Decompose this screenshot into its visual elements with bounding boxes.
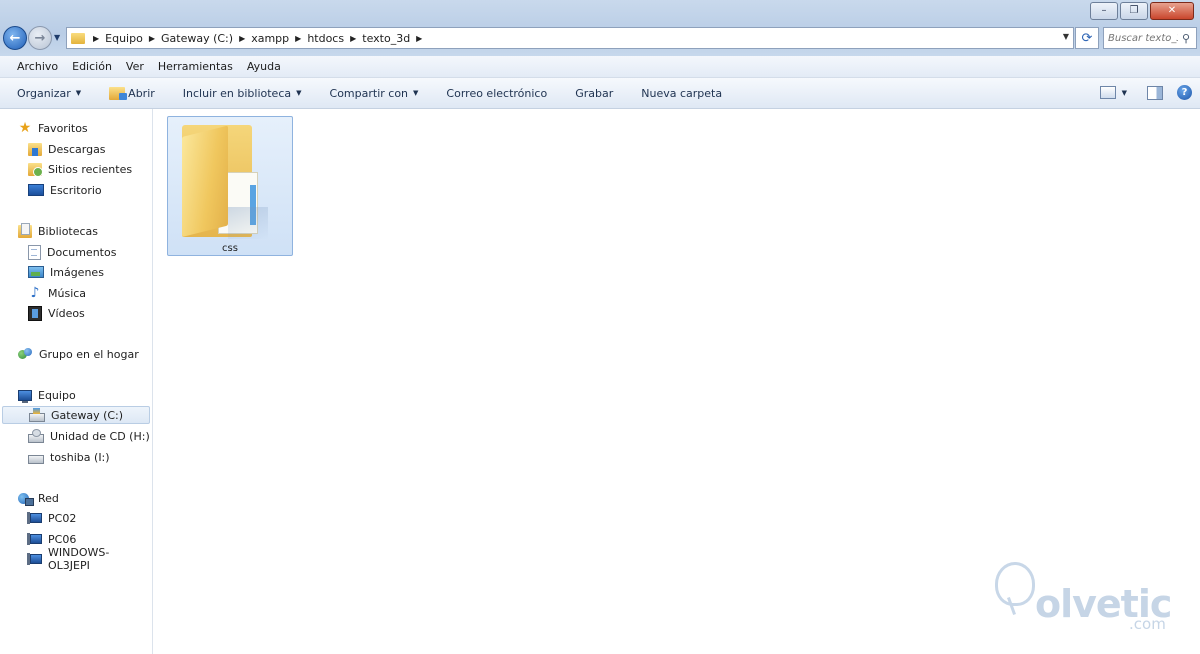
nav-libraries[interactable]: Bibliotecas	[2, 222, 150, 240]
nav-windows-pc[interactable]: WINDOWS-OL3JEPI	[2, 546, 150, 572]
breadcrumb-item[interactable]: texto_3d ▶	[362, 32, 428, 45]
computer-icon	[18, 389, 32, 403]
removable-drive-icon	[28, 455, 44, 464]
folder-label: css	[222, 243, 238, 254]
new-folder-button[interactable]: Nueva carpeta	[641, 87, 722, 100]
caret-down-icon: ▼	[413, 89, 419, 97]
music-note-icon: ♪	[30, 284, 40, 301]
arrow-right-icon: →	[34, 30, 46, 46]
nav-drive-c[interactable]: Gateway (C:)	[2, 406, 150, 424]
solvetic-watermark: olvetic .com	[995, 560, 1185, 640]
preview-pane-icon[interactable]	[1147, 85, 1163, 100]
search-icon: ⚲	[1182, 31, 1191, 45]
menu-herramientas[interactable]: Herramientas	[151, 60, 240, 73]
folder-icon	[71, 32, 85, 44]
include-in-library-button[interactable]: Incluir en biblioteca ▼	[183, 87, 302, 100]
caret-down-icon: ▼	[75, 89, 82, 97]
address-bar[interactable]: ▶ Equipo ▶ Gateway (C:) ▶ xampp ▶ htdocs…	[66, 27, 1074, 49]
search-box[interactable]: ⚲	[1103, 27, 1197, 49]
nav-images[interactable]: Imágenes	[2, 263, 150, 281]
folder-shadow	[228, 207, 268, 239]
chevron-right-icon: ▶	[239, 33, 246, 43]
nav-videos[interactable]: Vídeos	[2, 304, 150, 322]
chevron-right-icon: ▶	[93, 33, 100, 43]
star-icon: ★	[18, 119, 32, 136]
menu-edicion[interactable]: Edición	[65, 60, 119, 73]
cd-drive-icon	[28, 429, 44, 443]
document-icon	[28, 244, 41, 260]
breadcrumb-item[interactable]: Equipo ▶	[105, 32, 161, 45]
window-controls: – ❐ ✕	[1088, 2, 1194, 20]
menu-archivo[interactable]: Archivo	[0, 60, 65, 73]
help-icon[interactable]: ?	[1177, 85, 1192, 100]
forward-button[interactable]: →	[28, 26, 52, 50]
refresh-button[interactable]: ⟳	[1075, 27, 1099, 49]
command-bar: Organizar ▼ Abrir Incluir en biblioteca …	[0, 78, 1200, 109]
downloads-folder-icon	[28, 142, 42, 156]
back-button[interactable]: ←	[3, 26, 27, 50]
lightbulb-logo-icon	[995, 562, 1035, 606]
refresh-icon: ⟳	[1081, 30, 1093, 46]
homegroup-icon	[18, 347, 33, 361]
open-button[interactable]: Abrir	[109, 86, 155, 100]
maximize-button[interactable]: ❐	[1120, 2, 1148, 20]
breadcrumb-item[interactable]: xampp ▶	[251, 32, 307, 45]
caret-down-icon: ▼	[296, 89, 302, 97]
title-bar: – ❐ ✕ ← → ▼ ▶ Equipo ▶ Gateway (C:) ▶ xa…	[0, 0, 1200, 56]
close-button[interactable]: ✕	[1150, 2, 1194, 20]
navigation-pane: ★ Favoritos Descargas Sitios recientes E…	[0, 109, 153, 654]
watermark-domain: .com	[1129, 615, 1166, 633]
minimize-button[interactable]: –	[1090, 2, 1118, 20]
network-icon	[18, 492, 34, 506]
chevron-right-icon: ▶	[416, 33, 423, 43]
search-input[interactable]	[1104, 32, 1182, 44]
recent-places-icon	[28, 162, 43, 177]
chevron-right-icon: ▶	[148, 33, 155, 43]
recent-pages-dropdown[interactable]: ▼	[54, 33, 60, 42]
menu-ver[interactable]: Ver	[119, 60, 151, 73]
chevron-right-icon: ▶	[350, 33, 357, 43]
view-dropdown-icon[interactable]: ▼	[1122, 89, 1127, 97]
chevron-right-icon: ▶	[295, 33, 302, 43]
nav-music[interactable]: ♪ Música	[2, 284, 150, 302]
organize-button[interactable]: Organizar ▼	[17, 87, 81, 100]
nav-computer[interactable]: Equipo	[2, 386, 150, 404]
nav-drive-i[interactable]: toshiba (I:)	[2, 448, 150, 466]
menu-ayuda[interactable]: Ayuda	[240, 60, 288, 73]
network-computer-icon	[27, 533, 42, 545]
library-icon	[18, 222, 32, 238]
nav-documents[interactable]: Documentos	[2, 243, 150, 261]
folder-front	[182, 125, 228, 237]
nav-desktop[interactable]: Escritorio	[2, 181, 150, 199]
nav-downloads[interactable]: Descargas	[2, 140, 150, 158]
breadcrumb-item[interactable]: htdocs ▶	[307, 32, 362, 45]
pictures-icon	[28, 266, 44, 278]
open-folder-icon	[109, 86, 128, 100]
nav-cd-drive[interactable]: Unidad de CD (H:)	[2, 427, 150, 445]
network-computer-icon	[27, 553, 42, 565]
breadcrumb-root[interactable]: ▶	[91, 34, 105, 43]
arrow-left-icon: ←	[9, 30, 21, 46]
burn-button[interactable]: Grabar	[575, 87, 613, 100]
nav-network[interactable]: Red	[2, 489, 150, 507]
folder-item-css[interactable]: css	[167, 116, 293, 256]
email-button[interactable]: Correo electrónico	[446, 87, 547, 100]
system-drive-icon	[29, 408, 45, 422]
network-computer-icon	[27, 512, 42, 524]
view-controls: ▼ ?	[1099, 85, 1192, 100]
nav-favorites[interactable]: ★ Favoritos	[2, 119, 150, 137]
menu-bar: Archivo Edición Ver Herramientas Ayuda	[0, 56, 1200, 78]
share-with-button[interactable]: Compartir con ▼	[330, 87, 419, 100]
address-history-dropdown[interactable]: ▼	[1063, 32, 1069, 41]
desktop-icon	[28, 184, 44, 196]
nav-pc02[interactable]: PC02	[2, 509, 150, 527]
view-options-icon[interactable]	[1099, 86, 1116, 99]
nav-recent-places[interactable]: Sitios recientes	[2, 160, 150, 178]
breadcrumb-item[interactable]: Gateway (C:) ▶	[161, 32, 251, 45]
nav-homegroup[interactable]: Grupo en el hogar	[2, 345, 150, 363]
video-icon	[28, 305, 42, 321]
